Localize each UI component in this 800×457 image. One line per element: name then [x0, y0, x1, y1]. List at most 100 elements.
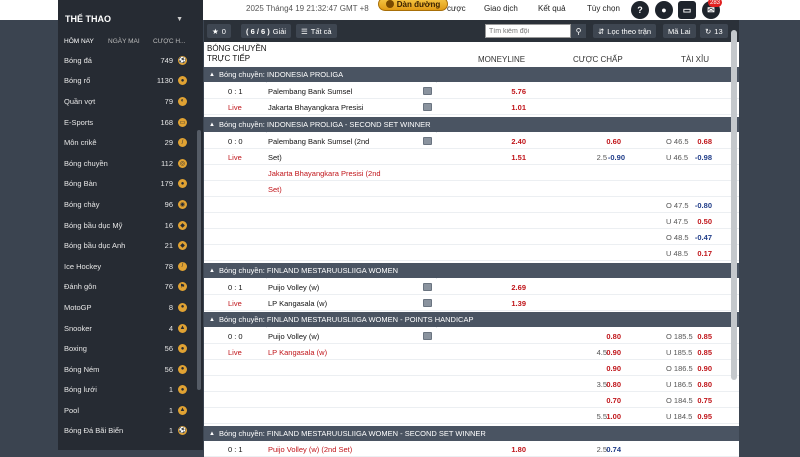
user-icon[interactable]: ●: [655, 1, 673, 19]
sidebar-item-count: 1: [168, 405, 173, 415]
basketball-icon: ●: [178, 76, 187, 86]
help-icon[interactable]: ?: [631, 1, 649, 19]
live-stream-icon[interactable]: [423, 137, 432, 145]
odds-ou[interactable]: 0.90: [692, 364, 712, 373]
sidebar-item-label: Môn crikê: [64, 138, 97, 148]
tab-today[interactable]: HÔM NAY: [64, 38, 94, 45]
odds-moneyline-away[interactable]: 1.01: [504, 103, 526, 112]
sidebar-item-count: 1: [168, 385, 173, 395]
live-label: Live: [228, 299, 242, 308]
live-stream-icon[interactable]: [423, 283, 432, 291]
odds-toolbar: ★ 0 ( 6 / 6 ) Giải ☰ Tất cả ⚲ ⇵ Lọc theo…: [204, 20, 739, 42]
sidebar-item[interactable]: Bóng Ném 56 ●: [58, 359, 195, 380]
star-icon: ★: [212, 26, 219, 36]
select-all-button[interactable]: ☰ Tất cả: [296, 24, 337, 38]
sidebar-item[interactable]: Ice Hockey 78 /: [58, 256, 195, 277]
sidebar-item[interactable]: Bóng lưới 1 ●: [58, 380, 195, 401]
odds-ou[interactable]: 0.80: [692, 380, 712, 389]
sidebar-item[interactable]: E-Sports 168 ▭: [58, 112, 195, 133]
favorites-count: 0: [221, 26, 226, 36]
odds-ou[interactable]: -0.47: [692, 233, 712, 242]
odds-moneyline-away[interactable]: 1.39: [504, 299, 526, 308]
odds-scrollbar[interactable]: [731, 30, 737, 380]
odds-ou[interactable]: 0.50: [692, 217, 712, 226]
sidebar-header[interactable]: THỂ THAO ▼: [58, 8, 195, 30]
odds-handicap-home[interactable]: 0.60: [600, 137, 621, 146]
sidebar-item[interactable]: Bóng chày 96 ◉: [58, 194, 195, 215]
screen-icon[interactable]: ▭: [678, 1, 696, 19]
column-headers: BÓNG CHUYỀN TRỰC TIẾP MONEYLINE CƯỢC CHẤ…: [204, 42, 739, 66]
odds-ou[interactable]: 0.75: [692, 396, 712, 405]
deposit-button[interactable]: Dàn đường: [378, 0, 448, 11]
sidebar-item[interactable]: Bóng đá 749 ⚽: [58, 50, 195, 71]
odds-handicap[interactable]: 0.80: [600, 380, 621, 389]
stats-icon[interactable]: [423, 299, 432, 307]
sidebar-item[interactable]: Bóng Bàn 179 ●: [58, 174, 195, 195]
odds-handicap[interactable]: 0.90: [600, 348, 621, 357]
live-stream-icon[interactable]: [423, 87, 432, 95]
nav-link-results[interactable]: Kết quả: [538, 4, 566, 13]
odds-handicap[interactable]: 0.70: [600, 396, 621, 405]
live-stream-icon[interactable]: [423, 332, 432, 340]
odds-handicap-away[interactable]: -0.90: [604, 153, 625, 162]
league-mode-button[interactable]: ( 6 / 6 ) Giải: [241, 24, 292, 38]
league-header[interactable]: ▲ Bóng chuyền: FINLAND MESTARUUSLIIGA WO…: [204, 263, 739, 278]
sidebar-item[interactable]: Quần vợt 79 ◐: [58, 91, 195, 112]
sidebar-item[interactable]: MotoGP 8 ●: [58, 297, 195, 318]
table-row: O 48.5 -0.47: [204, 229, 739, 245]
league-header[interactable]: ▲ Bóng chuyền: INDONESIA PROLIGA: [204, 67, 739, 82]
team-search-input[interactable]: [485, 24, 571, 38]
table-row: 0 : 1 Palembang Bank Sumsel 5.76: [204, 83, 739, 99]
nav-link-bets[interactable]: cược: [447, 4, 466, 13]
stats-icon[interactable]: [423, 103, 432, 111]
odds-ou[interactable]: -0.80: [692, 201, 712, 210]
odds-handicap[interactable]: 1.00: [600, 412, 621, 421]
odds-moneyline-home[interactable]: 2.40: [504, 137, 526, 146]
odds-ou[interactable]: 0.17: [692, 249, 712, 258]
search-button[interactable]: ⚲: [571, 24, 586, 38]
live-label: Live: [228, 348, 242, 357]
table-row: Live Set) 1.51 2.5 -0.90 U 46.5 -0.98: [204, 149, 739, 165]
odds-type-button[interactable]: Mã Lai: [663, 24, 696, 38]
tab-parlay[interactable]: CƯỢC H...: [153, 38, 185, 45]
league-header[interactable]: ▲ Bóng chuyền: INDONESIA PROLIGA - SECON…: [204, 117, 739, 132]
sidebar-item[interactable]: Bóng rổ 1130 ●: [58, 71, 195, 92]
table-row: U 48.5 0.17: [204, 245, 739, 261]
sidebar-item[interactable]: Bóng bầu dục Anh 21 ◆: [58, 235, 195, 256]
sidebar-item[interactable]: Đánh gôn 76 ⚑: [58, 277, 195, 298]
sidebar-item[interactable]: Bóng bầu dục Mỹ 16 ◆: [58, 215, 195, 236]
gamepad-icon: ▭: [178, 117, 187, 127]
notification-badge: 283: [708, 0, 723, 7]
sidebar-item-label: Bóng đá: [64, 55, 92, 65]
sidebar-item[interactable]: Snooker 4 ▲: [58, 318, 195, 339]
table-row: Live Jakarta Bhayangkara Presisi 1.01: [204, 99, 739, 115]
odds-moneyline-home[interactable]: 5.76: [504, 87, 526, 96]
odds-moneyline-away[interactable]: 1.51: [504, 153, 526, 162]
favorites-button[interactable]: ★ 0: [207, 24, 231, 38]
league-header[interactable]: ▲ Bóng chuyền: FINLAND MESTARUUSLIIGA WO…: [204, 312, 739, 327]
nav-link-transactions[interactable]: Giao dịch: [484, 4, 518, 13]
ou-line: U 185.5: [666, 348, 693, 357]
odds-ou[interactable]: 0.68: [692, 137, 712, 146]
odds-moneyline-home[interactable]: 2.69: [504, 283, 526, 292]
league-header[interactable]: ▲ Bóng chuyền: FINLAND MESTARUUSLIIGA WO…: [204, 426, 739, 441]
collapse-icon: ▲: [209, 121, 215, 128]
odds-handicap[interactable]: 0.90: [600, 364, 621, 373]
odds-handicap[interactable]: 0.80: [600, 332, 621, 341]
odds-ou[interactable]: 0.85: [692, 332, 712, 341]
odds-ou[interactable]: -0.98: [692, 153, 712, 162]
filter-match-button[interactable]: ⇵ Lọc theo trận: [593, 24, 657, 38]
odds-ou[interactable]: 0.85: [692, 348, 712, 357]
sidebar-scrollbar[interactable]: [197, 130, 201, 390]
nav-link-options[interactable]: Tùy chọn: [587, 4, 620, 13]
sidebar-item[interactable]: Môn crikê 29 /: [58, 132, 195, 153]
sidebar-item[interactable]: Boxing 56 ●: [58, 338, 195, 359]
odds-ou[interactable]: 0.95: [692, 412, 712, 421]
sidebar-item[interactable]: Bóng chuyền 112 ◎: [58, 153, 195, 174]
sidebar-item-label: Bóng Ném: [64, 364, 100, 374]
sidebar-item[interactable]: Pool 1 ▲: [58, 400, 195, 421]
league-name: Bóng chuyền: FINLAND MESTARUUSLIIGA WOME…: [218, 315, 474, 324]
sidebar-item[interactable]: Bóng Đá Bãi Biển 1 ⚽: [58, 421, 195, 442]
refresh-button[interactable]: ↻ 13: [700, 24, 728, 38]
tab-tomorrow[interactable]: NGÀY MAI: [108, 38, 140, 45]
